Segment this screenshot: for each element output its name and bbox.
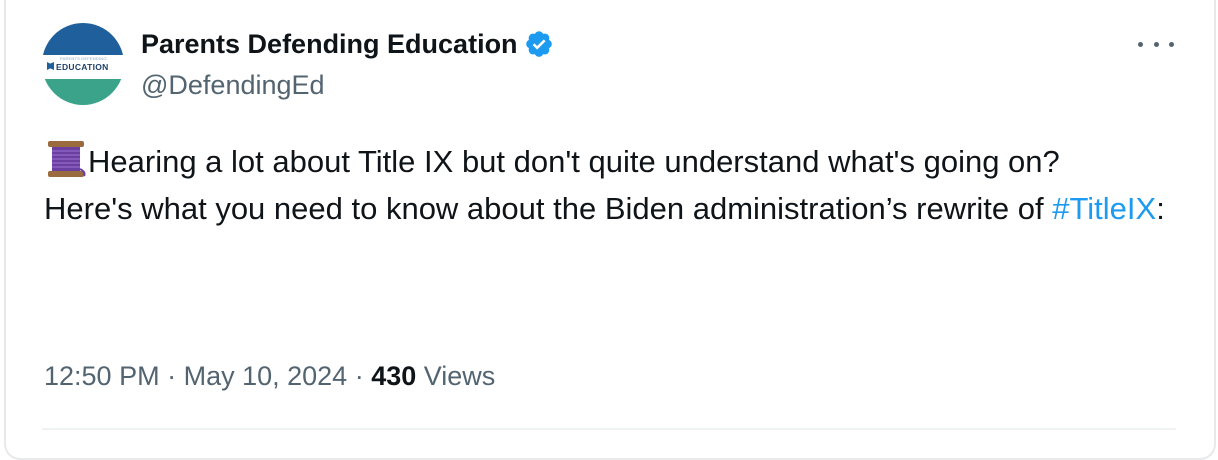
tweet-date[interactable]: May 10, 2024 bbox=[184, 361, 348, 391]
tweet-suffix: : bbox=[1156, 191, 1165, 226]
tweet-line-2: Here's what you need to know about the B… bbox=[44, 191, 1053, 226]
avatar-bottom-band bbox=[42, 79, 124, 105]
divider bbox=[42, 428, 1176, 430]
book-icon bbox=[47, 62, 54, 70]
author-handle[interactable]: @DefendingEd bbox=[141, 68, 325, 102]
meta-separator: · bbox=[347, 361, 372, 391]
meta-separator: · bbox=[159, 361, 184, 391]
more-options-icon[interactable] bbox=[1138, 34, 1174, 54]
more-dot bbox=[1138, 41, 1143, 47]
tweet-paragraph-1: Hearing a lot about Title IX but don't q… bbox=[44, 138, 1174, 185]
views-count[interactable]: 430 bbox=[371, 361, 416, 391]
tweet-text: Hearing a lot about Title IX but don't q… bbox=[44, 138, 1174, 232]
avatar-brand-small: PARENTS DEFENDING bbox=[60, 56, 107, 61]
avatar-brand-text: EDUCATION bbox=[56, 62, 109, 72]
tweet-line-1: Hearing a lot about Title IX but don't q… bbox=[88, 144, 1060, 179]
author-name-row: Parents Defending Education bbox=[141, 26, 554, 62]
more-dot bbox=[1153, 41, 1159, 47]
tweet-meta: 12:50 PM · May 10, 2024 · 430 Views bbox=[44, 358, 495, 394]
more-dot bbox=[1169, 41, 1174, 47]
thread-spool-icon bbox=[48, 141, 86, 177]
tweet-time[interactable]: 12:50 PM bbox=[44, 361, 160, 391]
tweet-card: PARENTS DEFENDING EDUCATION Parents Defe… bbox=[4, 0, 1216, 460]
avatar[interactable]: PARENTS DEFENDING EDUCATION bbox=[42, 23, 124, 105]
avatar-top-band bbox=[42, 23, 124, 55]
author-display-name[interactable]: Parents Defending Education bbox=[141, 26, 518, 62]
views-label[interactable]: Views bbox=[416, 361, 496, 391]
verified-badge-icon[interactable] bbox=[524, 29, 554, 59]
hashtag-link[interactable]: #TitleIX bbox=[1052, 191, 1156, 226]
tweet-paragraph-2: Here's what you need to know about the B… bbox=[44, 185, 1174, 232]
